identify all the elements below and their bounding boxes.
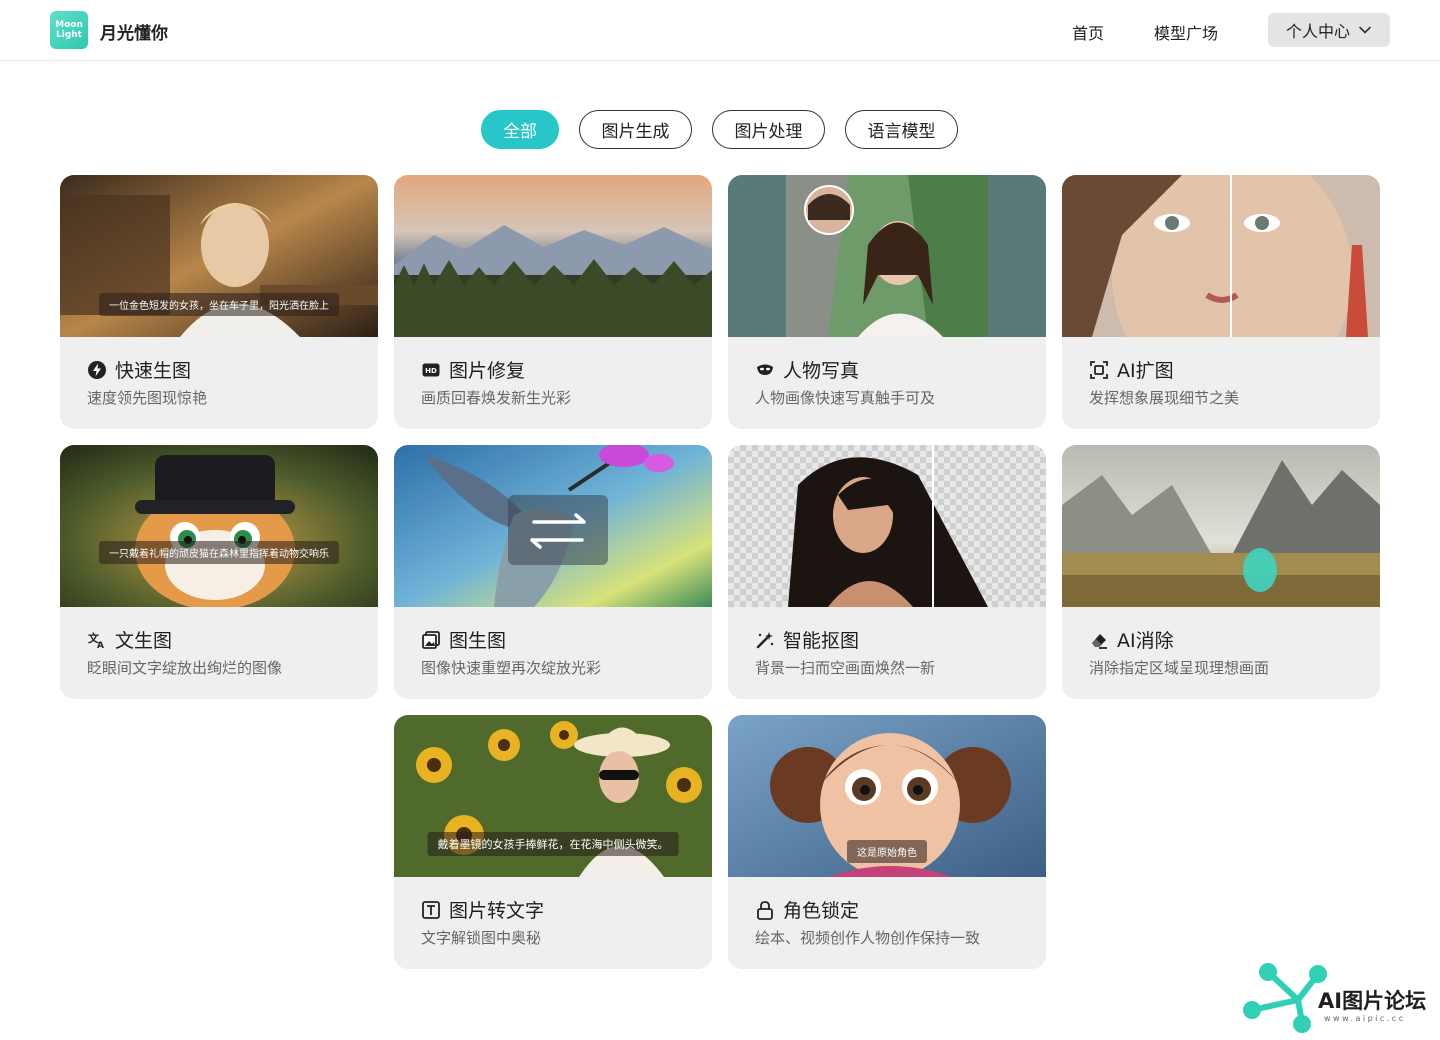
svg-text:A: A <box>97 641 104 650</box>
card-thumbnail <box>394 175 712 337</box>
card-title: 人物写真 <box>783 360 860 382</box>
card-thumbnail: 戴着墨镜的女孩手捧鲜花，在花海中侧头微笑。 <box>394 715 712 877</box>
card-description: 画质回春焕发新生光彩 <box>421 389 572 407</box>
user-center-button[interactable]: 个人中心 <box>1268 13 1390 47</box>
card-description: 文字解锁图中奥秘 <box>421 929 542 947</box>
card-portrait[interactable]: 人物写真 人物画像快速写真触手可及 <box>728 175 1046 429</box>
card-caption: 一位金色短发的女孩，坐在车子里，阳光洒在脸上 <box>99 293 339 316</box>
card-description: 人物画像快速写真触手可及 <box>755 389 936 407</box>
card-character-lock[interactable]: 这是原始角色 角色锁定 绘本、视频创作人物创作保持一致 <box>728 715 1046 969</box>
card-description: 消除指定区域呈现理想画面 <box>1089 659 1270 677</box>
card-thumbnail: 一位金色短发的女孩，坐在车子里，阳光洒在脸上 <box>60 175 378 337</box>
card-thumbnail <box>1062 445 1380 607</box>
card-thumbnail <box>394 445 712 607</box>
nav-models[interactable]: 模型广场 <box>1154 20 1218 44</box>
card-image-to-image[interactable]: 图生图 图像快速重塑再次绽放光彩 <box>394 445 712 699</box>
user-center-label: 个人中心 <box>1285 22 1350 41</box>
filter-language-model[interactable]: 语言模型 <box>845 110 958 149</box>
hd-icon: HD <box>422 363 440 376</box>
filter-language-model-label: 语言模型 <box>867 122 936 142</box>
card-title: 文生图 <box>115 630 173 652</box>
filter-image-processing[interactable]: 图片处理 <box>712 110 825 149</box>
card-thumbnail <box>1062 175 1380 337</box>
card-text-to-image[interactable]: 一只戴着礼帽的顽皮猫在森林里指挥着动物交响乐 文A 文生图 眨眼间文字绽放出绚烂… <box>60 445 378 699</box>
card-title: 图片转文字 <box>449 900 545 922</box>
mask-icon <box>757 364 773 375</box>
filter-image-processing-label: 图片处理 <box>734 122 803 142</box>
card-description: 图像快速重塑再次绽放光彩 <box>421 659 602 677</box>
card-image-to-text[interactable]: 戴着墨镜的女孩手捧鲜花，在花海中侧头微笑。 图片转文字 文字解锁图中奥秘 <box>394 715 712 969</box>
card-title: 角色锁定 <box>783 900 860 922</box>
card-title: 图片修复 <box>449 360 526 382</box>
card-ai-expand[interactable]: AI扩图 发挥想象展现细节之美 <box>1062 175 1380 429</box>
filter-image-generation-label: 图片生成 <box>601 122 670 142</box>
lightning-icon <box>88 360 106 379</box>
card-thumbnail: 一只戴着礼帽的顽皮猫在森林里指挥着动物交响乐 <box>60 445 378 607</box>
watermark-url: www.aipic.cc <box>1324 1014 1406 1023</box>
text-box-icon <box>422 900 440 919</box>
lock-icon <box>757 900 773 920</box>
card-smart-cutout[interactable]: 智能抠图 背景一扫而空画面焕然一新 <box>728 445 1046 699</box>
filter-all-label: 全部 <box>503 122 537 142</box>
card-title: AI消除 <box>1117 630 1174 652</box>
card-caption: 一只戴着礼帽的顽皮猫在森林里指挥着动物交响乐 <box>99 541 339 564</box>
filter-image-generation[interactable]: 图片生成 <box>579 110 692 149</box>
card-thumbnail <box>728 445 1046 607</box>
card-description: 背景一扫而空画面焕然一新 <box>755 659 936 677</box>
card-fast-generate[interactable]: 一位金色短发的女孩，坐在车子里，阳光洒在脸上 快速生图 速度领先图现惊艳 <box>60 175 378 429</box>
logo[interactable]: Moon Light <box>50 11 88 49</box>
eraser-icon <box>1092 633 1107 649</box>
card-caption: 这是原始角色 <box>847 840 927 863</box>
card-image-restore[interactable]: HD 图片修复 画质回春焕发新生光彩 <box>394 175 712 429</box>
logo-line2: Light <box>56 30 82 40</box>
card-description: 绘本、视频创作人物创作保持一致 <box>755 929 981 947</box>
translate-icon: 文A <box>88 631 104 650</box>
card-thumbnail <box>728 175 1046 337</box>
brand-name[interactable]: 月光懂你 <box>100 19 168 44</box>
magic-wand-icon <box>756 631 774 648</box>
expand-frame-icon <box>1090 360 1108 379</box>
card-title: AI扩图 <box>1117 360 1174 382</box>
chevron-down-icon <box>1359 26 1371 34</box>
card-title: 图生图 <box>449 630 507 652</box>
card-thumbnail: 这是原始角色 <box>728 715 1046 877</box>
card-title: 快速生图 <box>115 360 192 382</box>
svg-text:HD: HD <box>425 367 437 375</box>
card-description: 发挥想象展现细节之美 <box>1089 389 1240 407</box>
card-description: 眨眼间文字绽放出绚烂的图像 <box>87 659 283 677</box>
nav-home[interactable]: 首页 <box>1072 20 1104 44</box>
top-header: Moon Light 月光懂你 首页 模型广场 个人中心 <box>0 0 1440 61</box>
card-title: 智能抠图 <box>783 630 860 652</box>
image-stack-icon <box>422 630 440 649</box>
logo-line1: Moon <box>55 20 83 30</box>
filter-all[interactable]: 全部 <box>481 110 559 149</box>
card-description: 速度领先图现惊艳 <box>87 389 208 407</box>
card-ai-erase[interactable]: AI消除 消除指定区域呈现理想画面 <box>1062 445 1380 699</box>
card-caption: 戴着墨镜的女孩手捧鲜花，在花海中侧头微笑。 <box>427 832 679 856</box>
watermark-text: AI图片论坛 <box>1318 989 1427 1013</box>
